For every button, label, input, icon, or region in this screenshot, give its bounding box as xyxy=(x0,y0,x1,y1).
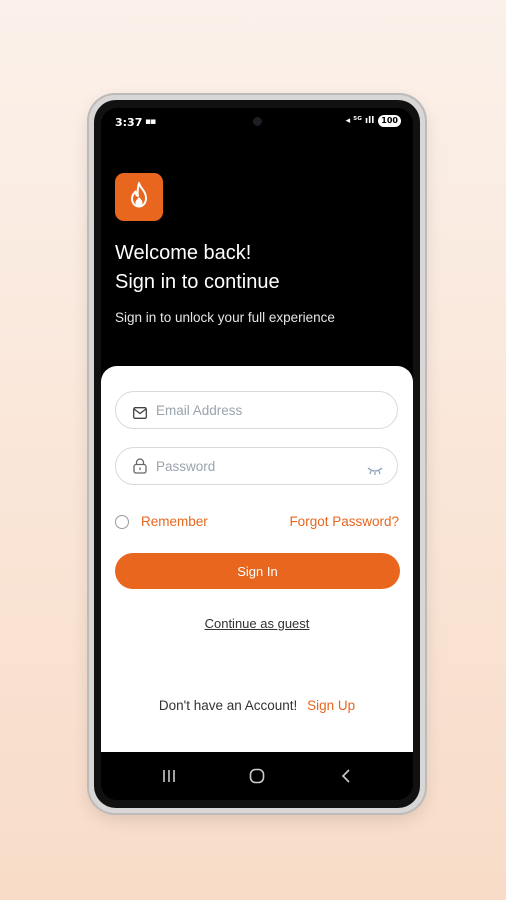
home-icon[interactable] xyxy=(245,764,269,788)
eye-closed-icon[interactable] xyxy=(367,461,383,480)
status-time: 3:37 xyxy=(115,116,143,129)
signup-link[interactable]: Sign Up xyxy=(307,698,355,713)
recents-icon[interactable] xyxy=(157,764,181,788)
email-placeholder: Email Address xyxy=(156,403,243,418)
password-placeholder: Password xyxy=(156,459,216,474)
welcome-line-1: Welcome back! xyxy=(115,242,252,264)
continue-as-guest-link: Continue as guest xyxy=(101,616,413,631)
flame-icon xyxy=(127,182,151,212)
remember-label[interactable]: Remember xyxy=(141,514,208,529)
signin-button[interactable]: Sign In xyxy=(115,553,400,589)
forgot-password-link[interactable]: Forgot Password? xyxy=(289,514,399,529)
welcome-subtitle: Sign in to unlock your full experience xyxy=(115,310,335,325)
signal-icons: ◂ ⁵ᴳ ıll xyxy=(345,116,375,126)
app-logo xyxy=(115,173,163,221)
status-icons: ◂ ⁵ᴳ ıll 100 xyxy=(346,115,401,127)
notification-grid-icon: ▪▪ xyxy=(145,117,156,127)
front-camera xyxy=(253,117,262,126)
password-field[interactable]: Password xyxy=(115,447,398,485)
mail-icon xyxy=(133,404,147,423)
phone-frame: 3:37 ▪▪ ◂ ⁵ᴳ ıll 100 Welcome back! Sign … xyxy=(89,95,425,813)
app-screen: 3:37 ▪▪ ◂ ⁵ᴳ ıll 100 Welcome back! Sign … xyxy=(101,108,413,800)
status-bar: 3:37 ▪▪ ◂ ⁵ᴳ ıll 100 xyxy=(101,108,413,134)
system-navbar xyxy=(101,752,413,800)
signin-card: Email Address Password Remember Forgot P… xyxy=(101,366,413,752)
back-icon[interactable] xyxy=(334,764,358,788)
guest-link-text[interactable]: Continue as guest xyxy=(205,616,310,631)
signup-row: Don't have an Account! Sign Up xyxy=(101,698,413,713)
phone-bezel: 3:37 ▪▪ ◂ ⁵ᴳ ıll 100 Welcome back! Sign … xyxy=(94,100,420,808)
remember-row: Remember Forgot Password? xyxy=(115,512,399,532)
no-account-text: Don't have an Account! xyxy=(158,698,298,713)
lock-icon xyxy=(133,458,147,478)
battery-indicator: 100 xyxy=(378,115,401,127)
email-field[interactable]: Email Address xyxy=(115,391,398,429)
welcome-line-2: Sign in to continue xyxy=(115,271,280,293)
remember-radio[interactable] xyxy=(115,515,129,529)
welcome-heading: Welcome back! Sign in to continue xyxy=(115,239,280,297)
